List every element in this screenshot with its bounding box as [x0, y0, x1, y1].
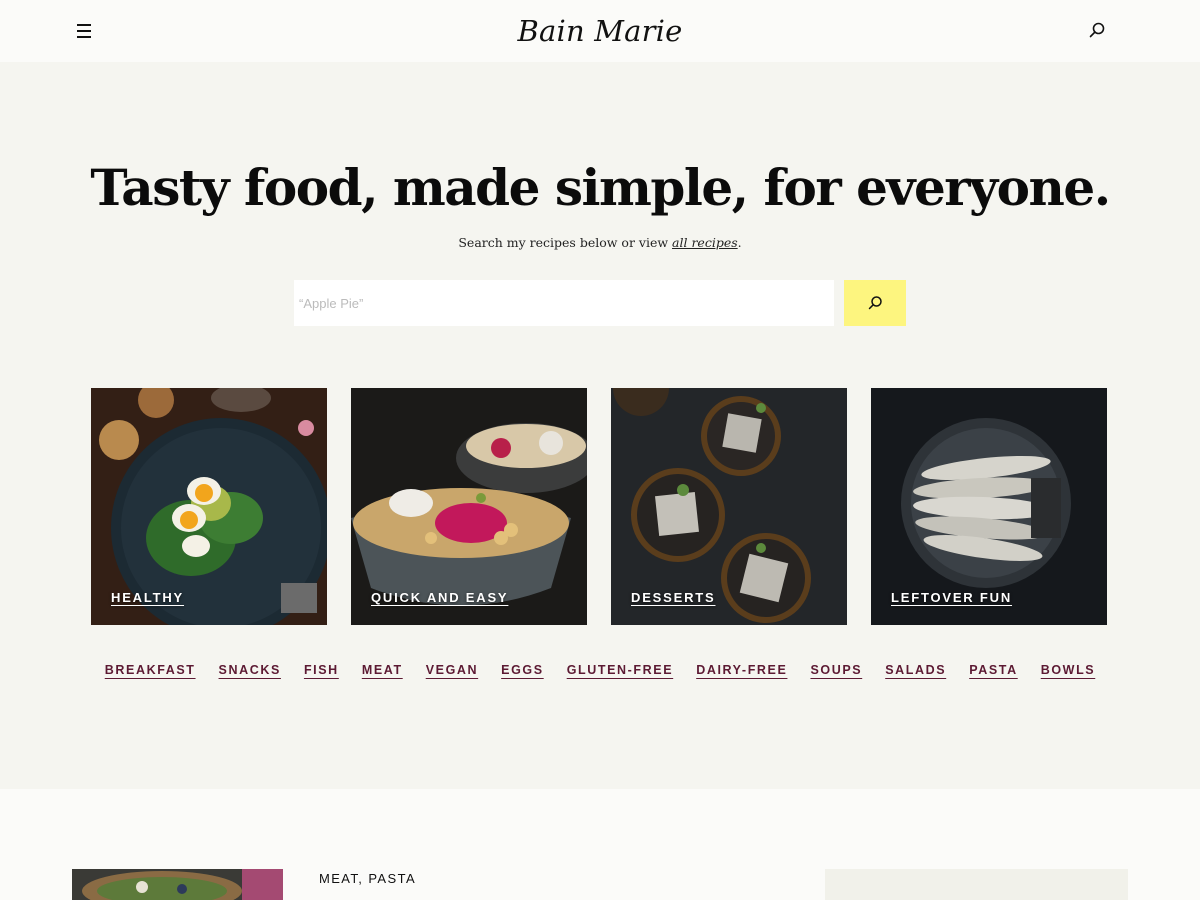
- tag-fish[interactable]: FISH: [304, 663, 339, 677]
- latest-posts-section: MEAT, PASTA: [0, 789, 1200, 900]
- tag-pasta[interactable]: PASTA: [969, 663, 1018, 677]
- category-tile-leftover-fun[interactable]: LEFTOVER FUN: [871, 388, 1107, 625]
- tile-label: LEFTOVER FUN: [891, 590, 1013, 605]
- post-photo: [72, 869, 283, 900]
- site-logo[interactable]: Bain Marie: [0, 14, 1200, 48]
- hero-headline: Tasty food, made simple, for everyone.: [90, 158, 1111, 217]
- subline-suffix: .: [737, 235, 742, 250]
- category-tile-desserts[interactable]: DESSERTS: [611, 388, 847, 625]
- all-recipes-link[interactable]: all recipes: [672, 235, 738, 250]
- category-tile-quick-and-easy[interactable]: QUICK AND EASY: [351, 388, 587, 625]
- hero-section: Tasty food, made simple, for everyone. S…: [0, 62, 1200, 789]
- post-thumbnail[interactable]: [72, 869, 283, 900]
- subline-prefix: Search my recipes below or view: [458, 235, 673, 250]
- tag-bowls[interactable]: BOWLS: [1041, 663, 1096, 677]
- sidebar-box: [825, 869, 1128, 900]
- search-submit-button[interactable]: [844, 280, 906, 326]
- recipe-search-input[interactable]: [294, 280, 834, 326]
- search-icon[interactable]: [1086, 19, 1108, 41]
- tag-soups[interactable]: SOUPS: [810, 663, 862, 677]
- tag-salads[interactable]: SALADS: [885, 663, 946, 677]
- tag-gluten-free[interactable]: GLUTEN-FREE: [567, 663, 674, 677]
- tag-meat[interactable]: MEAT: [362, 663, 403, 677]
- hero-subline: Search my recipes below or view all reci…: [0, 235, 1200, 250]
- tile-label: DESSERTS: [631, 590, 716, 605]
- tag-breakfast[interactable]: BREAKFAST: [105, 663, 196, 677]
- tile-label: QUICK AND EASY: [371, 590, 509, 605]
- tile-label: HEALTHY: [111, 590, 185, 605]
- post-categories[interactable]: MEAT, PASTA: [319, 871, 416, 886]
- tag-vegan[interactable]: VEGAN: [426, 663, 478, 677]
- tag-dairy-free[interactable]: DAIRY-FREE: [696, 663, 787, 677]
- category-tag-list: BREAKFAST SNACKS FISH MEAT VEGAN EGGS GLUTEN-F…: [0, 663, 1200, 677]
- category-tile-healthy[interactable]: HEALTHY: [91, 388, 327, 625]
- tag-eggs[interactable]: EGGS: [501, 663, 544, 677]
- site-header: Bain Marie: [0, 0, 1200, 62]
- search-icon: [868, 296, 882, 310]
- tag-snacks[interactable]: SNACKS: [219, 663, 281, 677]
